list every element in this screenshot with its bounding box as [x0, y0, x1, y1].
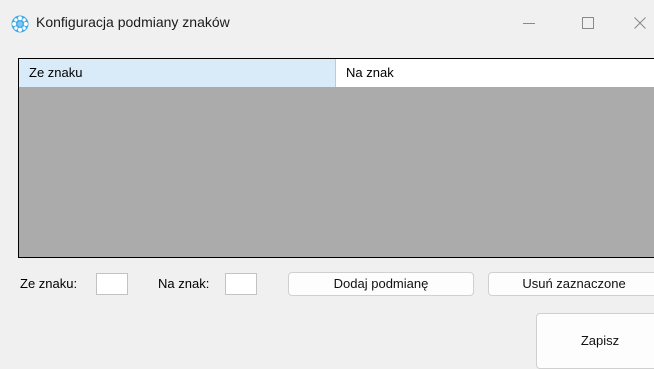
column-header-to[interactable]: Na znak: [336, 59, 654, 87]
minimize-icon: [523, 23, 535, 24]
substitution-grid[interactable]: Ze znaku Na znak: [18, 58, 654, 258]
from-char-input[interactable]: [96, 273, 128, 295]
snowflake-app-icon: [11, 15, 29, 33]
column-header-from[interactable]: Ze znaku: [19, 59, 336, 87]
window-title: Konfiguracja podmiany znaków: [36, 14, 230, 30]
from-char-label: Ze znaku:: [20, 276, 78, 291]
remove-selected-button[interactable]: Usuń zaznaczone: [488, 272, 654, 296]
to-char-input[interactable]: [225, 273, 257, 295]
maximize-icon: [582, 17, 594, 29]
close-button[interactable]: [617, 8, 654, 38]
add-substitution-button[interactable]: Dodaj podmianę: [288, 272, 474, 296]
maximize-button[interactable]: [565, 8, 611, 38]
grid-header: Ze znaku Na znak: [19, 59, 654, 87]
close-icon: [634, 17, 646, 29]
minimize-button[interactable]: [506, 8, 552, 38]
save-button[interactable]: Zapisz: [536, 313, 654, 369]
title-bar[interactable]: Konfiguracja podmiany znaków: [0, 0, 654, 44]
to-char-label: Na znak:: [158, 276, 210, 291]
